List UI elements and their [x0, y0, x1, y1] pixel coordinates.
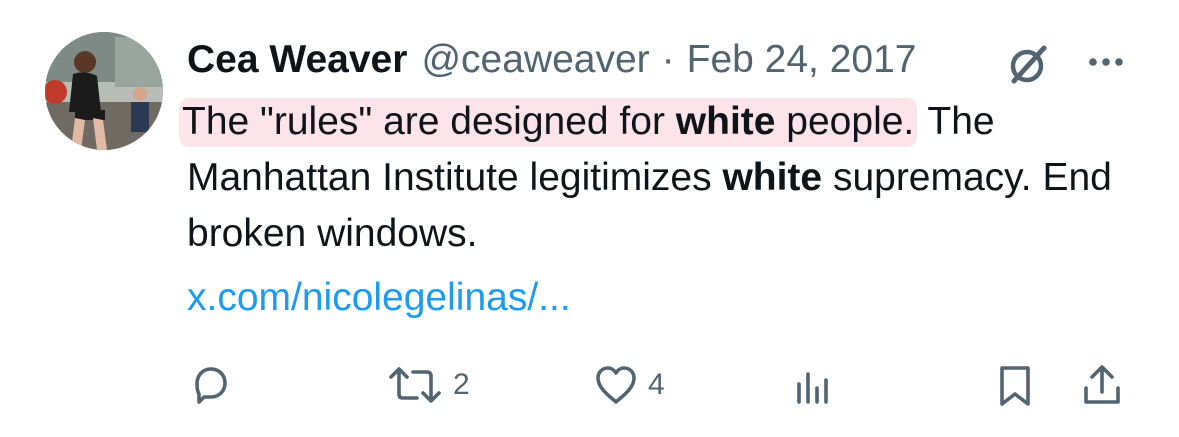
tweet-link[interactable]: x.com/nicolegelinas/... [187, 270, 571, 326]
views-button[interactable] [790, 357, 844, 413]
retweet-count: 2 [453, 368, 470, 401]
tweet-header: Cea Weaver @ceaweaver · Feb 24, 2017 [187, 34, 917, 86]
highlighted-text: The "rules" are designed for white peopl… [179, 98, 918, 147]
author-name[interactable]: Cea Weaver [187, 38, 407, 82]
text-bold-2: white [722, 156, 823, 199]
like-count: 4 [648, 368, 665, 401]
reply-icon [195, 367, 227, 404]
like-button[interactable]: 4 [592, 357, 665, 413]
more-icon[interactable] [1082, 48, 1130, 76]
reply-button[interactable] [188, 357, 242, 413]
retweet-icon [389, 367, 441, 403]
retweet-button[interactable]: 2 [385, 357, 470, 413]
bookmark-button[interactable] [992, 357, 1038, 413]
bookmark-icon [1000, 366, 1030, 406]
share-icon [1084, 365, 1120, 404]
avatar-photo [45, 32, 163, 150]
separator-dot: · [661, 38, 675, 81]
tweet-date[interactable]: Feb 24, 2017 [687, 38, 917, 82]
share-button[interactable] [1078, 357, 1126, 413]
tweet-text: The "rules" are designed for white peopl… [179, 94, 1137, 262]
author-handle[interactable]: @ceaweaver [421, 38, 649, 82]
grok-icon[interactable] [1003, 38, 1055, 90]
avatar[interactable] [45, 32, 163, 150]
action-bar: 2 4 [0, 357, 1179, 417]
text-bold-1: white [675, 100, 776, 143]
like-icon [596, 366, 636, 404]
text-part-1: The "rules" are designed for [182, 100, 676, 143]
text-part-2: people. [775, 100, 915, 143]
views-icon [797, 372, 828, 404]
